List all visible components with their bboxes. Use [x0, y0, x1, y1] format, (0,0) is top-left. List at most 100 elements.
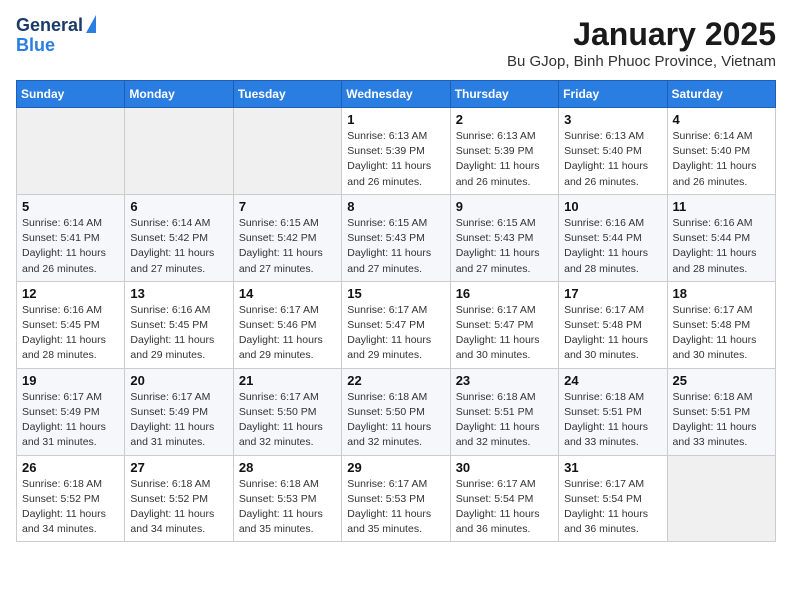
calendar-cell [667, 455, 775, 542]
day-info: Sunrise: 6:15 AMSunset: 5:42 PMDaylight:… [239, 216, 336, 277]
day-number: 15 [347, 286, 444, 301]
calendar-cell: 5 Sunrise: 6:14 AMSunset: 5:41 PMDaylight… [17, 194, 125, 281]
calendar-cell: 4 Sunrise: 6:14 AMSunset: 5:40 PMDaylight… [667, 108, 775, 195]
calendar-cell: 10 Sunrise: 6:16 AMSunset: 5:44 PMDayligh… [559, 194, 667, 281]
day-number: 6 [130, 199, 227, 214]
calendar-cell: 17Sunrise: 6:17 AMSunset: 5:48 PMDayligh… [559, 281, 667, 368]
calendar-cell: 3 Sunrise: 6:13 AMSunset: 5:40 PMDaylight… [559, 108, 667, 195]
calendar-cell: 15 Sunrise: 6:17 AMSunset: 5:47 PMDayligh… [342, 281, 450, 368]
day-number: 12 [22, 286, 119, 301]
calendar-week-row: 26 Sunrise: 6:18 AMSunset: 5:52 PMDayligh… [17, 455, 776, 542]
calendar-cell: 16Sunrise: 6:17 AMSunset: 5:47 PMDayligh… [450, 281, 558, 368]
day-info: Sunrise: 6:15 AMSunset: 5:43 PMDaylight:… [456, 216, 553, 277]
calendar-cell: 18 Sunrise: 6:17 AMSunset: 5:48 PMDayligh… [667, 281, 775, 368]
day-info: Sunrise: 6:17 AMSunset: 5:54 PMDaylight:… [564, 477, 661, 538]
calendar-cell: 23 Sunrise: 6:18 AMSunset: 5:51 PMDayligh… [450, 368, 558, 455]
weekday-header: Thursday [450, 81, 558, 108]
weekday-header: Sunday [17, 81, 125, 108]
calendar-cell: 31 Sunrise: 6:17 AMSunset: 5:54 PMDayligh… [559, 455, 667, 542]
day-number: 21 [239, 373, 336, 388]
day-number: 24 [564, 373, 661, 388]
day-number: 28 [239, 460, 336, 475]
day-number: 10 [564, 199, 661, 214]
day-number: 3 [564, 112, 661, 127]
calendar-cell: 8Sunrise: 6:15 AMSunset: 5:43 PMDaylight… [342, 194, 450, 281]
calendar-week-row: 19 Sunrise: 6:17 AMSunset: 5:49 PMDayligh… [17, 368, 776, 455]
location: Bu GJop, Binh Phuoc Province, Vietnam [507, 53, 776, 70]
day-info: Sunrise: 6:18 AMSunset: 5:51 PMDaylight:… [673, 390, 770, 451]
calendar-cell: 27 Sunrise: 6:18 AMSunset: 5:52 PMDayligh… [125, 455, 233, 542]
calendar-cell: 14Sunrise: 6:17 AMSunset: 5:46 PMDayligh… [233, 281, 341, 368]
day-number: 2 [456, 112, 553, 127]
day-number: 20 [130, 373, 227, 388]
calendar-cell: 9 Sunrise: 6:15 AMSunset: 5:43 PMDaylight… [450, 194, 558, 281]
day-number: 1 [347, 112, 444, 127]
day-info: Sunrise: 6:17 AMSunset: 5:50 PMDaylight:… [239, 390, 336, 451]
day-number: 23 [456, 373, 553, 388]
weekday-header: Saturday [667, 81, 775, 108]
calendar-header-row: SundayMondayTuesdayWednesdayThursdayFrid… [17, 81, 776, 108]
day-number: 9 [456, 199, 553, 214]
calendar-cell: 6 Sunrise: 6:14 AMSunset: 5:42 PMDaylight… [125, 194, 233, 281]
day-info: Sunrise: 6:13 AMSunset: 5:39 PMDaylight:… [347, 129, 444, 190]
weekday-header: Tuesday [233, 81, 341, 108]
calendar-cell: 19 Sunrise: 6:17 AMSunset: 5:49 PMDayligh… [17, 368, 125, 455]
calendar-week-row: 1 Sunrise: 6:13 AMSunset: 5:39 PMDaylight… [17, 108, 776, 195]
day-number: 31 [564, 460, 661, 475]
title-block: January 2025 Bu GJop, Binh Phuoc Provinc… [507, 16, 776, 70]
day-info: Sunrise: 6:16 AMSunset: 5:44 PMDaylight:… [673, 216, 770, 277]
day-number: 5 [22, 199, 119, 214]
calendar-week-row: 5 Sunrise: 6:14 AMSunset: 5:41 PMDaylight… [17, 194, 776, 281]
logo-text-general: General [16, 16, 83, 36]
day-number: 7 [239, 199, 336, 214]
day-number: 13 [130, 286, 227, 301]
calendar-cell: 29 Sunrise: 6:17 AMSunset: 5:53 PMDayligh… [342, 455, 450, 542]
day-number: 27 [130, 460, 227, 475]
day-number: 30 [456, 460, 553, 475]
day-info: Sunrise: 6:13 AMSunset: 5:40 PMDaylight:… [564, 129, 661, 190]
day-number: 26 [22, 460, 119, 475]
calendar-table: SundayMondayTuesdayWednesdayThursdayFrid… [16, 80, 776, 542]
day-number: 19 [22, 373, 119, 388]
logo-text-blue: Blue [16, 36, 55, 56]
day-number: 29 [347, 460, 444, 475]
calendar-cell: 28 Sunrise: 6:18 AMSunset: 5:53 PMDayligh… [233, 455, 341, 542]
calendar-cell: 1 Sunrise: 6:13 AMSunset: 5:39 PMDaylight… [342, 108, 450, 195]
calendar-cell: 26 Sunrise: 6:18 AMSunset: 5:52 PMDayligh… [17, 455, 125, 542]
month-title: January 2025 [507, 16, 776, 53]
calendar-cell: 30 Sunrise: 6:17 AMSunset: 5:54 PMDayligh… [450, 455, 558, 542]
day-info: Sunrise: 6:16 AMSunset: 5:45 PMDaylight:… [22, 303, 119, 364]
day-number: 4 [673, 112, 770, 127]
calendar-cell [233, 108, 341, 195]
page-header: General Blue January 2025 Bu GJop, Binh … [16, 16, 776, 70]
day-info: Sunrise: 6:18 AMSunset: 5:52 PMDaylight:… [130, 477, 227, 538]
day-info: Sunrise: 6:17 AMSunset: 5:48 PMDaylight:… [673, 303, 770, 364]
day-info: Sunrise: 6:14 AMSunset: 5:42 PMDaylight:… [130, 216, 227, 277]
weekday-header: Friday [559, 81, 667, 108]
day-info: Sunrise: 6:17 AMSunset: 5:54 PMDaylight:… [456, 477, 553, 538]
weekday-header: Wednesday [342, 81, 450, 108]
day-info: Sunrise: 6:16 AMSunset: 5:45 PMDaylight:… [130, 303, 227, 364]
day-number: 25 [673, 373, 770, 388]
day-info: Sunrise: 6:18 AMSunset: 5:53 PMDaylight:… [239, 477, 336, 538]
day-info: Sunrise: 6:18 AMSunset: 5:52 PMDaylight:… [22, 477, 119, 538]
day-info: Sunrise: 6:16 AMSunset: 5:44 PMDaylight:… [564, 216, 661, 277]
day-info: Sunrise: 6:14 AMSunset: 5:40 PMDaylight:… [673, 129, 770, 190]
day-number: 11 [673, 199, 770, 214]
day-number: 8 [347, 199, 444, 214]
calendar-cell [125, 108, 233, 195]
day-number: 16 [456, 286, 553, 301]
day-info: Sunrise: 6:18 AMSunset: 5:51 PMDaylight:… [456, 390, 553, 451]
day-info: Sunrise: 6:17 AMSunset: 5:46 PMDaylight:… [239, 303, 336, 364]
calendar-cell: 20Sunrise: 6:17 AMSunset: 5:49 PMDayligh… [125, 368, 233, 455]
day-number: 18 [673, 286, 770, 301]
day-info: Sunrise: 6:18 AMSunset: 5:50 PMDaylight:… [347, 390, 444, 451]
calendar-cell: 13 Sunrise: 6:16 AMSunset: 5:45 PMDayligh… [125, 281, 233, 368]
day-info: Sunrise: 6:17 AMSunset: 5:47 PMDaylight:… [347, 303, 444, 364]
logo: General Blue [16, 16, 96, 56]
day-info: Sunrise: 6:17 AMSunset: 5:53 PMDaylight:… [347, 477, 444, 538]
day-info: Sunrise: 6:17 AMSunset: 5:49 PMDaylight:… [22, 390, 119, 451]
day-info: Sunrise: 6:14 AMSunset: 5:41 PMDaylight:… [22, 216, 119, 277]
calendar-cell [17, 108, 125, 195]
day-info: Sunrise: 6:18 AMSunset: 5:51 PMDaylight:… [564, 390, 661, 451]
